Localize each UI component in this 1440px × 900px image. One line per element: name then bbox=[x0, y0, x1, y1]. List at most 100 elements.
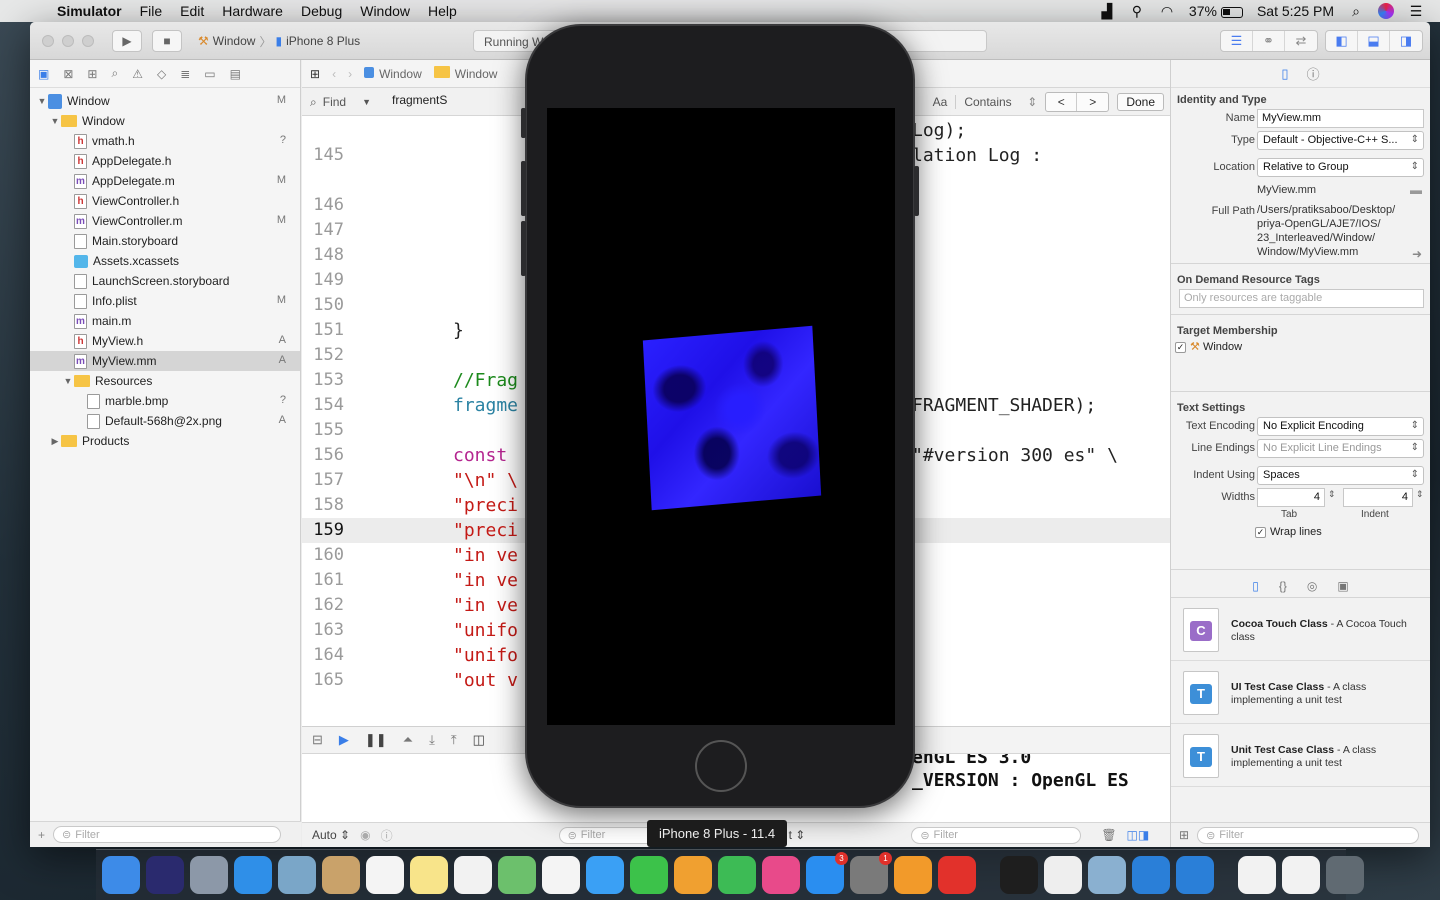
dock-maps-icon[interactable] bbox=[498, 856, 536, 894]
siri-icon[interactable] bbox=[1378, 3, 1394, 19]
dock-pages-icon[interactable] bbox=[674, 856, 712, 894]
menu-hardware[interactable]: Hardware bbox=[213, 3, 292, 19]
debug-area-toggle-icon[interactable]: ⬓ bbox=[1358, 31, 1390, 51]
add-icon[interactable]: + bbox=[38, 828, 45, 842]
tree-item-window[interactable]: ▼ Window M bbox=[30, 91, 300, 111]
view-debugger-icon[interactable]: ◫ bbox=[473, 732, 485, 748]
dock-anydesk-icon[interactable] bbox=[938, 856, 976, 894]
dock-finder-icon[interactable] bbox=[102, 856, 140, 894]
menu-file[interactable]: File bbox=[131, 3, 172, 19]
tree-item-default-568h-2x-png[interactable]: Default-568h@2x.png A bbox=[30, 411, 300, 431]
tree-item-viewcontroller-m[interactable]: m ViewController.m M bbox=[30, 211, 300, 231]
close-window-button[interactable] bbox=[42, 35, 54, 47]
dock-calendar-icon[interactable] bbox=[366, 856, 404, 894]
tree-item-main-m[interactable]: m main.m bbox=[30, 311, 300, 331]
dock-document-icon[interactable] bbox=[1238, 856, 1276, 894]
version-editor-icon[interactable]: ⇄ bbox=[1285, 31, 1317, 51]
tab-stepper[interactable]: ⇕ bbox=[1328, 489, 1336, 500]
menu-app-name[interactable]: Simulator bbox=[48, 3, 131, 19]
indent-stepper[interactable]: ⇕ bbox=[1416, 489, 1424, 500]
navigator-toggle-icon[interactable]: ◧ bbox=[1326, 31, 1358, 51]
disclosure-right-icon[interactable]: ▶ bbox=[49, 436, 61, 447]
report-icon[interactable]: ▤ bbox=[230, 67, 241, 81]
stop-button[interactable]: ■ bbox=[152, 30, 182, 52]
menu-edit[interactable]: Edit bbox=[171, 3, 213, 19]
dock-ibooks-icon[interactable] bbox=[894, 856, 932, 894]
step-into-icon[interactable]: ⤓ bbox=[429, 732, 435, 748]
tree-item-marble-bmp[interactable]: marble.bmp? bbox=[30, 391, 300, 411]
object-library-icon[interactable]: ◎ bbox=[1307, 579, 1317, 593]
tab-width-field[interactable]: 4 bbox=[1257, 488, 1325, 507]
indent-popup[interactable]: Spaces bbox=[1257, 466, 1424, 485]
type-popup[interactable]: Default - Objective-C++ S... bbox=[1257, 131, 1424, 150]
tree-item-appdelegate-m[interactable]: m AppDelegate.m M bbox=[30, 171, 300, 191]
step-out-icon[interactable]: ⤒ bbox=[451, 732, 457, 748]
breakpoints-toggle-icon[interactable]: ▶ bbox=[339, 732, 349, 748]
console-filter-input[interactable]: ⊜ Filter bbox=[911, 826, 1082, 844]
volume-up-button[interactable] bbox=[521, 161, 526, 216]
variables-scope-popup[interactable]: Auto ⇕ bbox=[312, 828, 350, 842]
grid-view-icon[interactable]: ⊞ bbox=[1179, 828, 1189, 842]
dock-notes-icon[interactable] bbox=[410, 856, 448, 894]
mute-switch[interactable] bbox=[521, 108, 526, 138]
wrap-checkbox[interactable]: ✓ bbox=[1255, 526, 1266, 538]
tags-input[interactable]: Only resources are taggable bbox=[1179, 289, 1424, 308]
menu-window[interactable]: Window bbox=[351, 3, 419, 19]
dock-terminal-icon[interactable] bbox=[1000, 856, 1038, 894]
trash-icon[interactable]: 🗑 bbox=[1101, 828, 1116, 842]
library-item[interactable]: T Unit Test Case Class - A class implemen… bbox=[1171, 724, 1430, 787]
dock-photos-icon[interactable] bbox=[542, 856, 580, 894]
console-output-popup[interactable]: t ⇕ bbox=[789, 828, 806, 842]
quick-help-icon[interactable]: ⓘ bbox=[1307, 64, 1320, 83]
tree-item-launchscreen-storyboard[interactable]: LaunchScreen.storyboard bbox=[30, 271, 300, 291]
find-done-button[interactable]: Done bbox=[1117, 93, 1164, 111]
pause-icon[interactable]: ❚❚ bbox=[365, 732, 387, 748]
notification-center-icon[interactable]: ☰ bbox=[1408, 3, 1424, 20]
wrap-lines-option[interactable]: ✓ Wrap lines bbox=[1255, 526, 1322, 538]
dock-launchpad-icon[interactable] bbox=[190, 856, 228, 894]
minimize-window-button[interactable] bbox=[62, 35, 74, 47]
hide-debug-area-icon[interactable]: ⊟ bbox=[312, 732, 323, 748]
eye-icon[interactable]: ◉ bbox=[360, 828, 370, 842]
find-mode-popup[interactable]: ⌕ Find ▼ bbox=[310, 93, 387, 111]
menu-help[interactable]: Help bbox=[419, 3, 466, 19]
tree-item-info-plist[interactable]: Info.plist M bbox=[30, 291, 300, 311]
tree-item-resources[interactable]: ▼ Resources bbox=[30, 371, 300, 391]
dock-numbers-icon[interactable] bbox=[718, 856, 756, 894]
debug-navigator-icon[interactable]: ≣ bbox=[180, 67, 190, 81]
split-view-icon[interactable]: ◫◨ bbox=[1127, 828, 1150, 842]
name-field[interactable]: MyView.mm bbox=[1257, 109, 1424, 128]
scheme-selector[interactable]: ⚒ Window 〉 ▮ iPhone 8 Plus bbox=[198, 30, 360, 52]
related-items-icon[interactable]: ⊞ bbox=[310, 67, 320, 81]
reveal-in-finder-icon[interactable]: ➜ bbox=[1412, 247, 1422, 261]
dock-safari-icon[interactable] bbox=[234, 856, 272, 894]
location-popup[interactable]: Relative to Group bbox=[1257, 158, 1424, 177]
dock-messages-icon[interactable] bbox=[586, 856, 624, 894]
home-button[interactable] bbox=[695, 740, 747, 792]
file-inspector-icon[interactable]: ▯ bbox=[1281, 66, 1288, 82]
library-filter-input[interactable]: ⊜ Filter bbox=[1197, 826, 1420, 844]
dock-reminders-icon[interactable] bbox=[454, 856, 492, 894]
symbol-icon[interactable]: ⊞ bbox=[87, 67, 97, 81]
dock-facetime-icon[interactable] bbox=[630, 856, 668, 894]
match-case-button[interactable]: Aa bbox=[933, 95, 948, 109]
test-icon[interactable]: ◇ bbox=[157, 67, 166, 81]
tree-item-vmath-h[interactable]: h vmath.h? bbox=[30, 131, 300, 151]
library-item[interactable]: T UI Test Case Class - A class implementi… bbox=[1171, 661, 1430, 724]
tree-item-myview-mm[interactable]: m MyView.mm A bbox=[30, 351, 300, 371]
tree-item-appdelegate-h[interactable]: h AppDelegate.h bbox=[30, 151, 300, 171]
search-icon[interactable]: ⌕ bbox=[1348, 3, 1364, 20]
tree-item-products[interactable]: ▶ Products bbox=[30, 431, 300, 451]
endings-popup[interactable]: No Explicit Line Endings bbox=[1257, 439, 1424, 458]
display-mirror-icon[interactable]: ▟ bbox=[1099, 3, 1115, 20]
library-item[interactable]: C Cocoa Touch Class - A Cocoa Touch class bbox=[1171, 598, 1430, 661]
dock-preview-icon[interactable] bbox=[278, 856, 316, 894]
dock-system-preferences-icon[interactable]: 1 bbox=[850, 852, 892, 894]
source-control-icon[interactable]: ⊠ bbox=[63, 67, 73, 81]
find-input[interactable]: fragmentS bbox=[392, 93, 532, 111]
wifi-icon[interactable]: ◠ bbox=[1159, 3, 1175, 20]
standard-editor-icon[interactable]: ☰ bbox=[1221, 31, 1253, 51]
target-membership-item[interactable]: ✓ ⚒ Window bbox=[1175, 340, 1242, 353]
media-library-icon[interactable]: ▣ bbox=[1337, 579, 1348, 593]
assistant-editor-icon[interactable]: ⚭ bbox=[1253, 31, 1285, 51]
